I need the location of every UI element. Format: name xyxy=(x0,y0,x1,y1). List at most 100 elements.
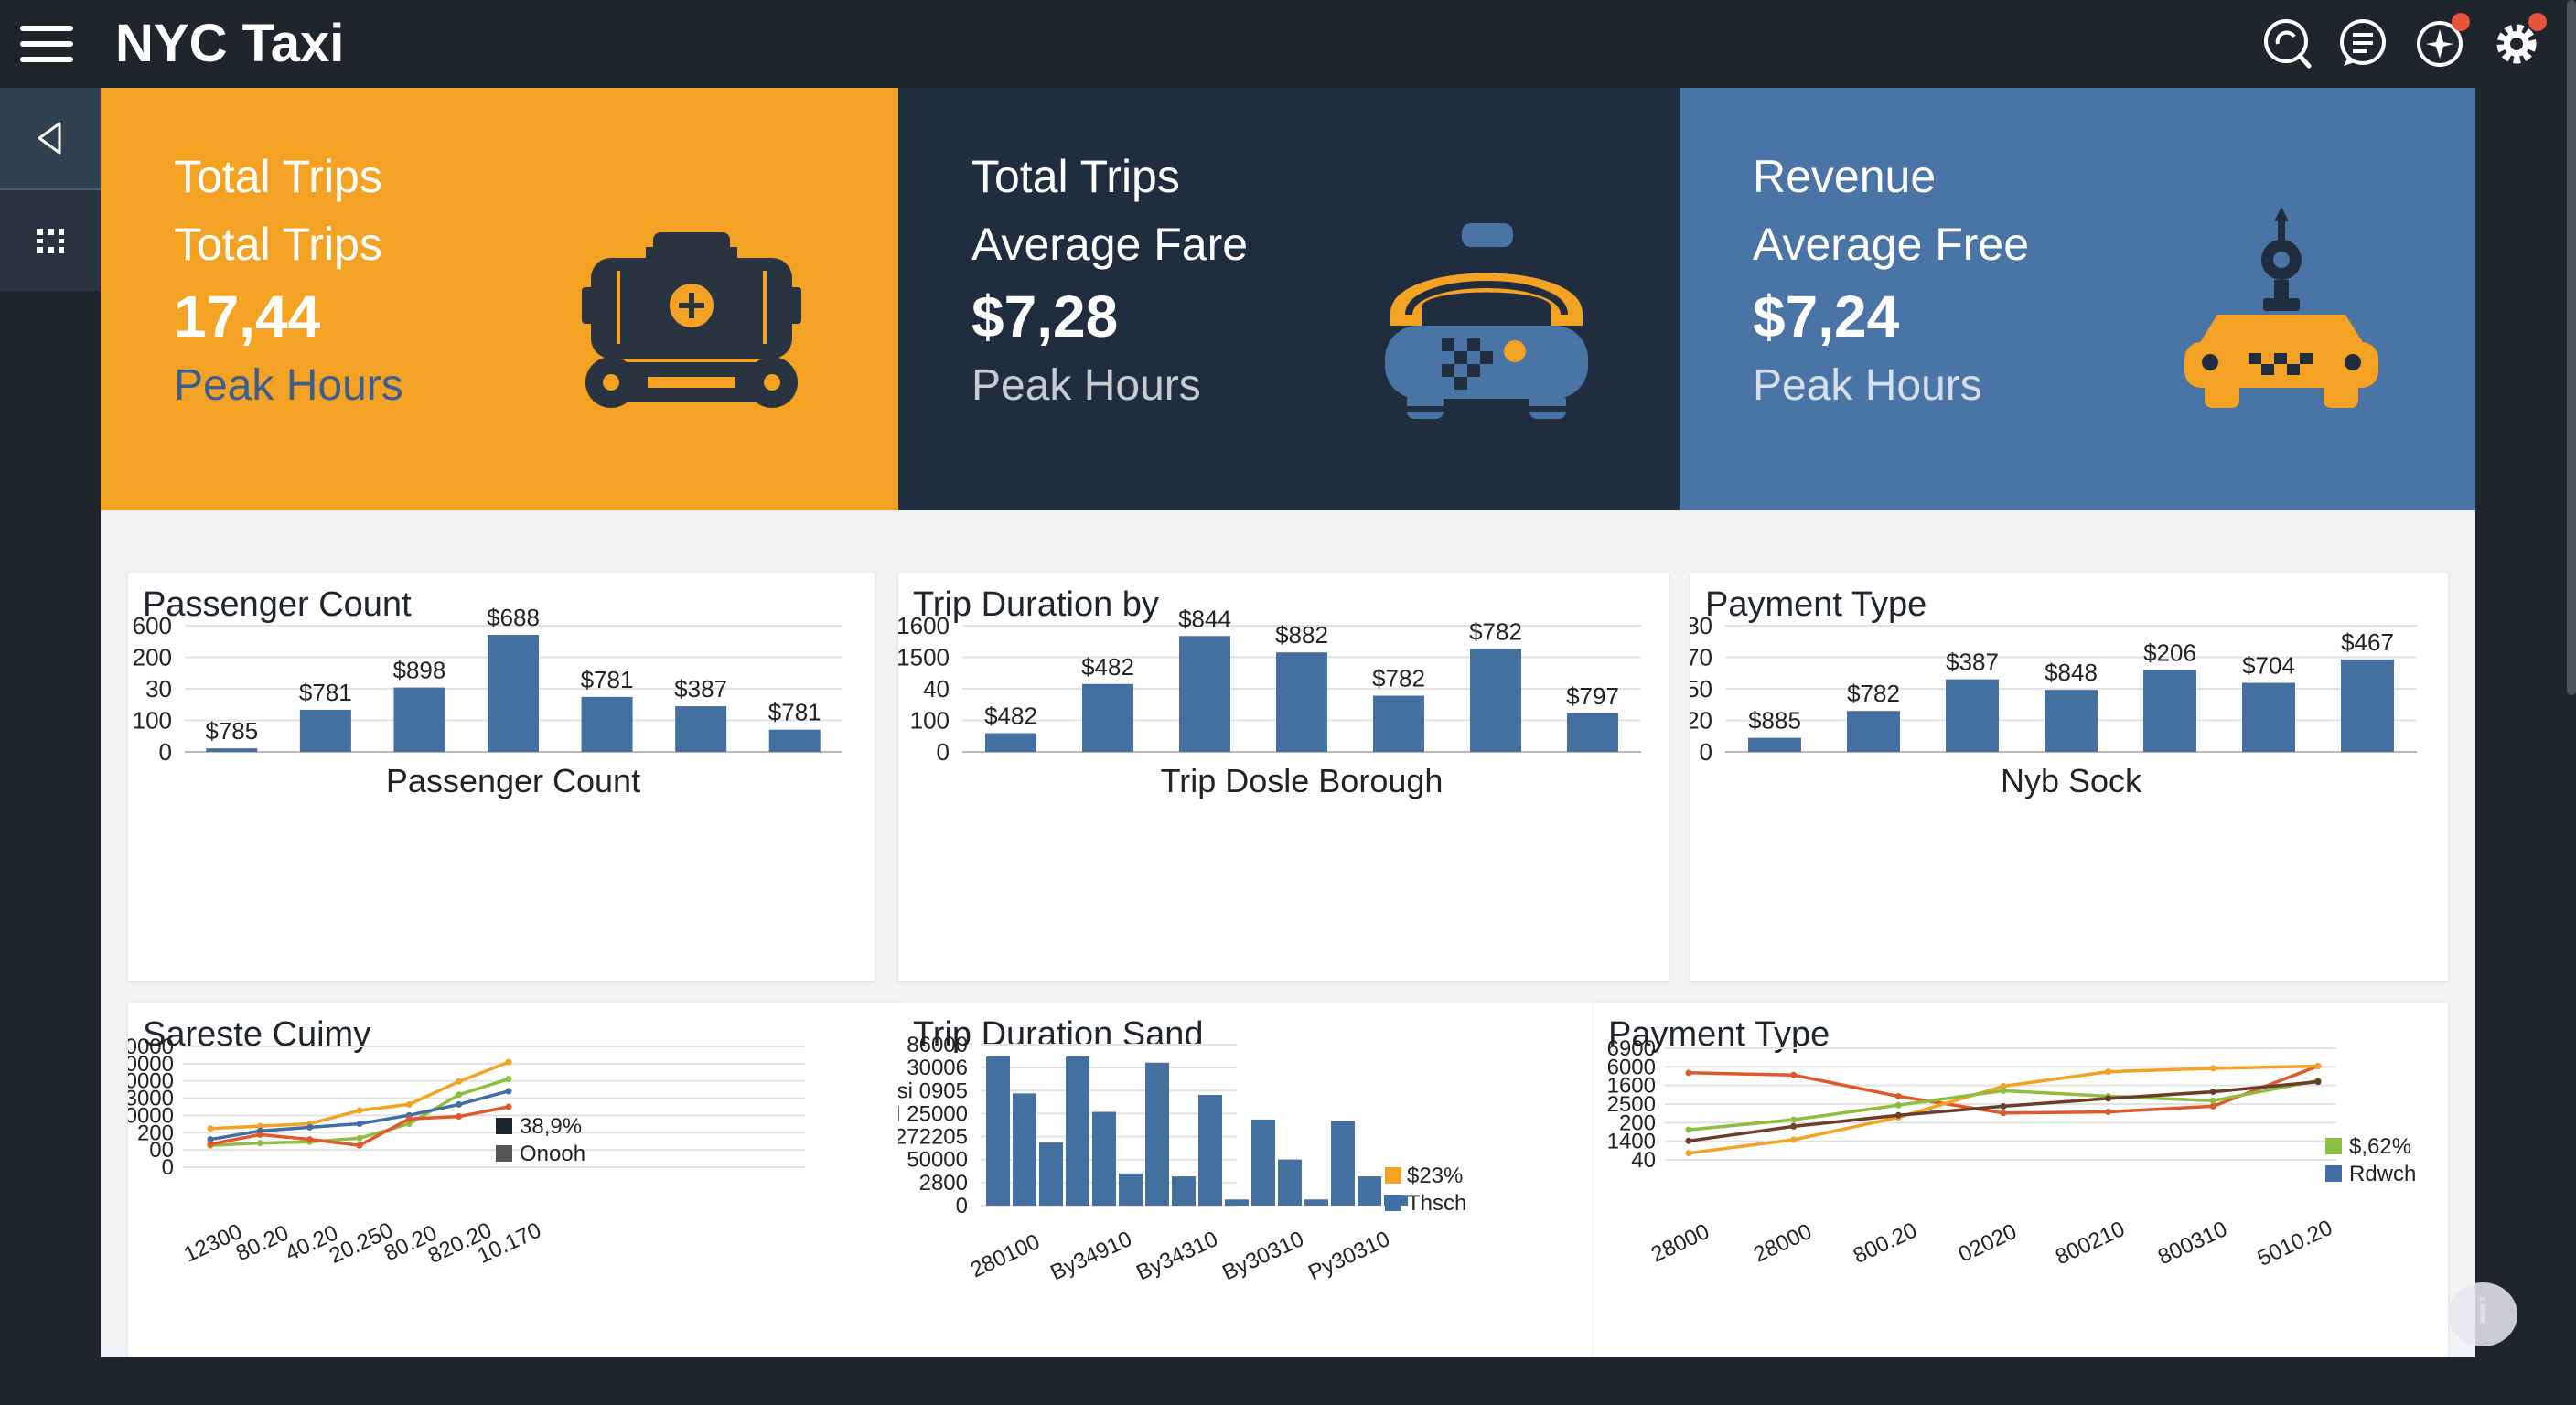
bar-value-label: $387 xyxy=(674,675,727,702)
bar-value-label: $781 xyxy=(581,666,634,693)
data-point xyxy=(1790,1071,1798,1078)
legend-label: Rdwch xyxy=(2349,1162,2416,1186)
bar xyxy=(393,687,445,752)
bar xyxy=(1092,1111,1116,1206)
legend-swatch xyxy=(496,1118,512,1134)
x-tick-label: Py30310 xyxy=(1304,1227,1393,1286)
menu-icon[interactable] xyxy=(20,24,73,64)
sidebar-item-grid[interactable] xyxy=(0,190,101,291)
bar-value-label: $797 xyxy=(1566,682,1619,710)
bar xyxy=(1198,1095,1222,1206)
y-tick-label: 1600 xyxy=(898,612,950,639)
bar-chart: 80 70 50 20 0 $885 $782 $387 $848 $206 $704 $467 Nyb… xyxy=(1690,612,2417,799)
y-tick-label: 100 xyxy=(133,707,172,735)
legend-swatch xyxy=(2325,1138,2342,1154)
info-button[interactable]: i xyxy=(2448,1282,2517,1346)
y-tick-label: 50 xyxy=(1690,675,1712,702)
y-tick-label: M 25000 xyxy=(898,1101,968,1126)
data-point xyxy=(2000,1087,2007,1094)
kpi-label: Total Trips xyxy=(174,151,382,202)
x-tick-label: 02020 xyxy=(1955,1219,2021,1268)
series-line xyxy=(209,1060,510,1131)
notification-badge xyxy=(2452,13,2470,31)
data-point xyxy=(505,1058,512,1066)
data-point xyxy=(456,1113,463,1121)
bar-value-label: $781 xyxy=(768,699,821,726)
y-tick-label: M.272205 xyxy=(898,1125,968,1150)
bar-value-label: $782 xyxy=(1847,680,1900,707)
gear-icon[interactable] xyxy=(2490,13,2547,70)
kpi-caption: Peak Hours xyxy=(174,361,403,410)
bar xyxy=(2045,690,2098,752)
data-point xyxy=(505,1088,512,1095)
kpi-value: $7,24 xyxy=(1753,284,1900,349)
data-point xyxy=(1894,1101,1902,1109)
chart-panel-line-trend: Sareste Cuimy 70000700002000023000100002… xyxy=(128,1003,902,1357)
x-tick-label: 800210 xyxy=(2052,1217,2129,1270)
chat-icon[interactable] xyxy=(2336,16,2389,70)
x-tick-label: By34910 xyxy=(1046,1227,1135,1286)
scrollbar[interactable] xyxy=(2567,0,2576,695)
bar-value-label: $785 xyxy=(205,717,258,745)
search-icon[interactable] xyxy=(2259,16,2313,70)
data-point xyxy=(2105,1095,2112,1102)
bar xyxy=(675,706,727,752)
y-tick-label: 50000 xyxy=(907,1148,968,1173)
x-tick-label: 800.20 xyxy=(1850,1217,1921,1268)
legend-swatch xyxy=(1385,1195,1401,1211)
y-tick-label: 30 xyxy=(145,675,172,702)
data-point xyxy=(2105,1109,2112,1116)
x-axis-title: Passenger Count xyxy=(386,762,640,799)
compass-icon[interactable] xyxy=(2413,13,2470,70)
chart-panel-trip-duration: Trip Duration by 1600 1500 40 100 0 $482 $482 $… xyxy=(898,573,1669,981)
data-point xyxy=(207,1125,214,1132)
kpi-card-average-fare[interactable]: Total Trips Average Fare $7,28 Peak Hour… xyxy=(898,88,1680,510)
bar-value-label: $482 xyxy=(984,702,1037,730)
data-point xyxy=(456,1100,463,1108)
bar xyxy=(299,709,351,752)
top-bar: NYC Taxi xyxy=(0,0,2576,88)
kpi-card-total-trips[interactable]: Total Trips Total Trips 17,44 Peak Hours xyxy=(101,88,898,510)
bar-value-label: $482 xyxy=(1081,653,1134,681)
bar xyxy=(985,733,1036,752)
bar xyxy=(1119,1173,1143,1206)
data-point xyxy=(1685,1150,1692,1157)
data-point xyxy=(356,1134,363,1142)
y-tick-label: 2800 xyxy=(919,1171,968,1196)
bar-value-label: $467 xyxy=(2341,628,2394,656)
x-tick-label: 280100 xyxy=(967,1229,1044,1282)
bar xyxy=(581,696,633,752)
bar xyxy=(1225,1199,1249,1206)
kpi-value: 17,44 xyxy=(174,284,321,349)
collapse-arrow-icon xyxy=(38,122,61,155)
bar xyxy=(1013,1093,1036,1206)
y-tick-label: 100 xyxy=(910,707,950,735)
bar-value-label: $848 xyxy=(2045,659,2098,686)
kpi-caption: Peak Hours xyxy=(971,361,1201,410)
grid-icon xyxy=(37,229,64,253)
y-tick-label: 86000 xyxy=(907,1033,968,1057)
bar xyxy=(1278,1159,1302,1206)
x-tick-label: 800310 xyxy=(2154,1217,2231,1270)
data-point xyxy=(2314,1063,2322,1070)
bar xyxy=(1066,1056,1089,1206)
line-chart: 690060001600250020014004028000 28000 800.2… xyxy=(1607,1036,2417,1271)
sidebar-collapse-button[interactable] xyxy=(0,88,101,188)
line-chart: 70000700002000023000100002000001230080.2… xyxy=(128,1035,805,1269)
kpi-label: Total Trips xyxy=(971,151,1180,202)
y-tick-label: 0 xyxy=(1700,738,1712,766)
bar xyxy=(768,729,821,752)
chart-panel-passenger-count: Passenger Count 600 200 30 100 0 $785 $781 $898… xyxy=(128,573,875,981)
bar-value-label: $782 xyxy=(1372,665,1425,692)
data-point xyxy=(456,1091,463,1099)
data-point xyxy=(1685,1137,1692,1144)
bar-value-label: $387 xyxy=(1946,649,1999,676)
data-point xyxy=(356,1107,363,1114)
data-point xyxy=(306,1123,314,1131)
kpi-card-revenue[interactable]: Revenue Average Free $7,24 Peak Hours xyxy=(1680,88,2475,510)
kpi-sublabel: Average Free xyxy=(1753,219,2030,270)
data-point xyxy=(356,1142,363,1149)
chart-panel-payment-type: Payment Type 80 70 50 20 0 $885 $782 $387 $848 $2… xyxy=(1690,573,2448,981)
data-point xyxy=(2209,1102,2216,1110)
bar-value-label: $882 xyxy=(1275,621,1328,649)
